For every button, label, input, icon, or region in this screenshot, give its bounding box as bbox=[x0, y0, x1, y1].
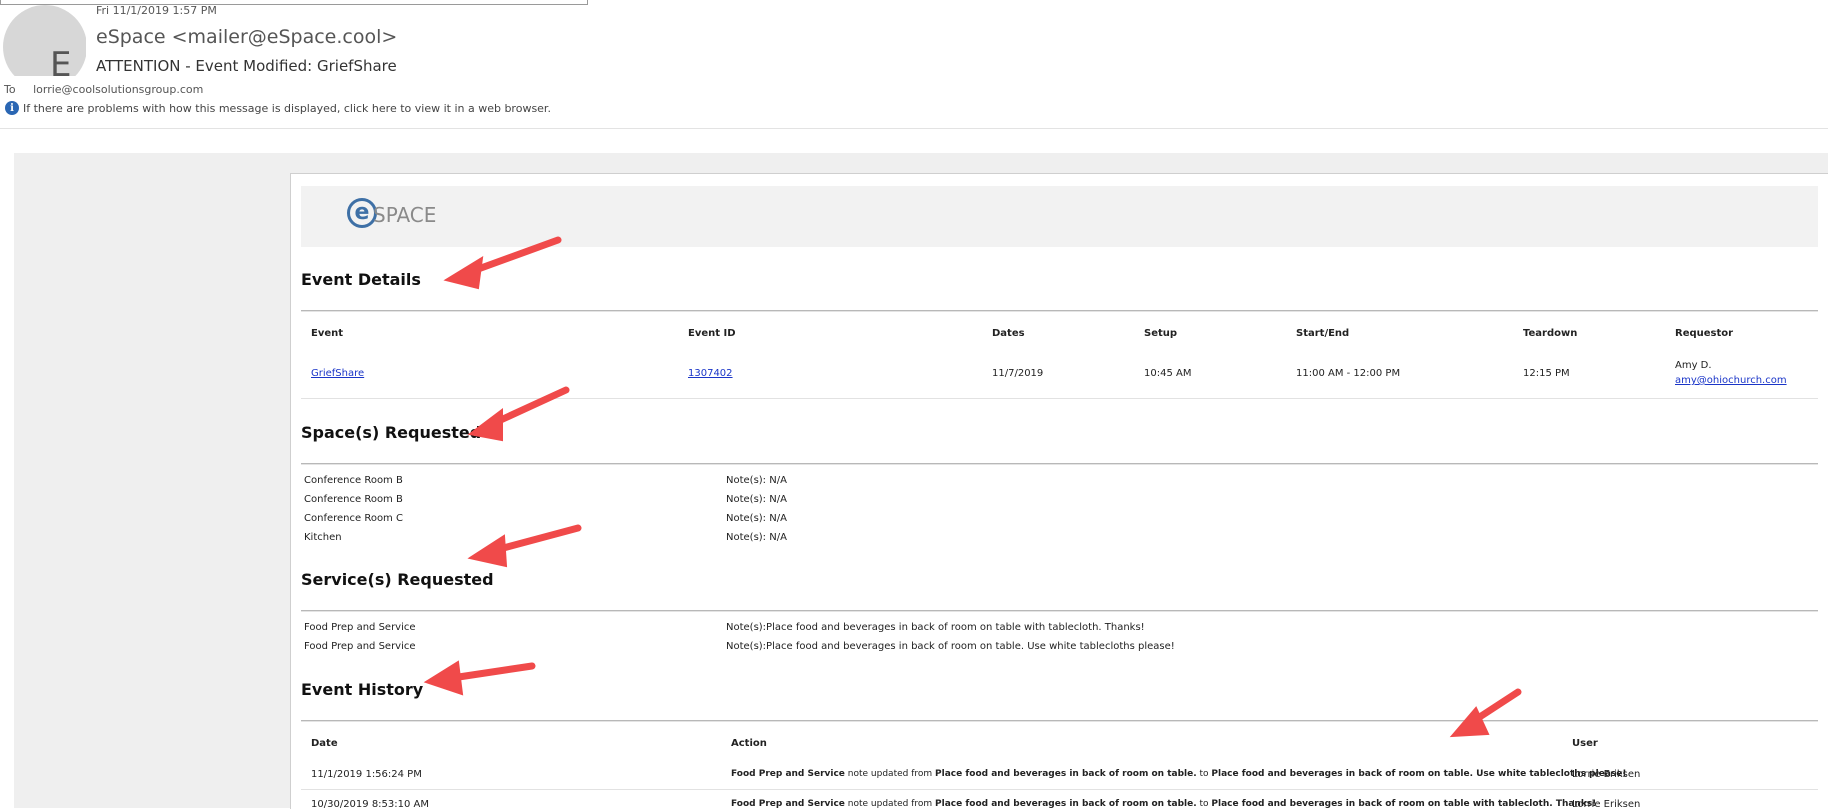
arrow-icon bbox=[1449, 688, 1522, 738]
arrow-icon bbox=[467, 524, 582, 568]
arrow-icon bbox=[467, 386, 570, 442]
annotation-arrows bbox=[423, 236, 1522, 738]
arrow-icon bbox=[443, 236, 562, 290]
arrow-icon bbox=[423, 660, 536, 696]
